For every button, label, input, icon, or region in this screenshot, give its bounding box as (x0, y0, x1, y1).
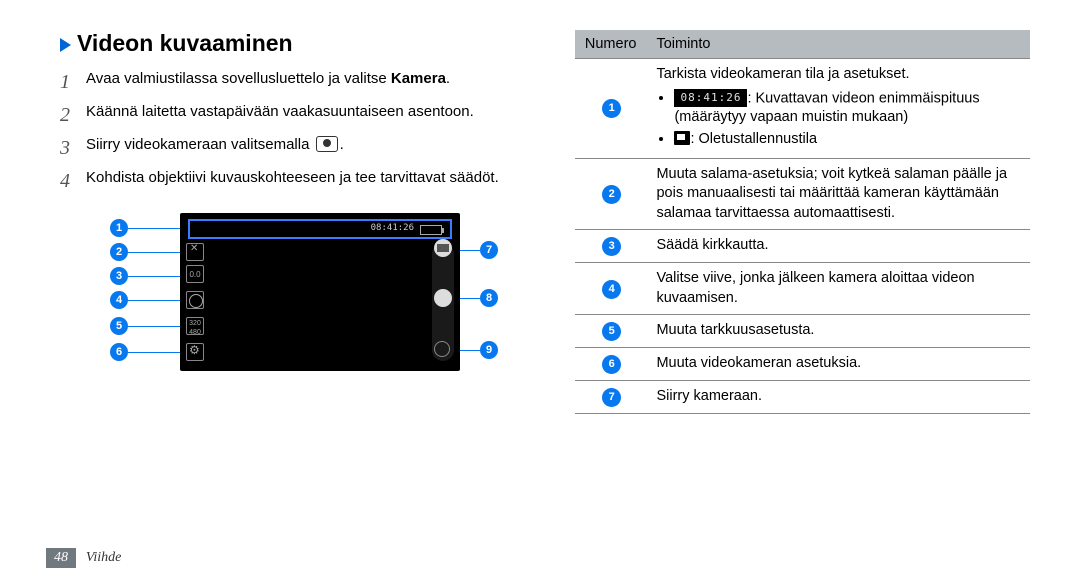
gallery-icon (434, 341, 450, 357)
step-number: 1 (60, 69, 86, 96)
row-main: Siirry kameraan. (646, 381, 1030, 414)
table-row: 7 Siirry kameraan. (575, 381, 1030, 414)
callout-badge-9: 9 (480, 341, 498, 359)
callout-badge-8: 8 (480, 289, 498, 307)
title-text: Videon kuvaaminen (77, 30, 293, 56)
callout-badge-4: 4 (110, 291, 128, 309)
storage-icon (674, 131, 690, 145)
chevron-icon (60, 38, 71, 52)
battery-icon (420, 225, 442, 235)
step-text: Kohdista objektiivi kuvauskohteeseen ja … (86, 168, 535, 188)
step-text: Siirry videokameraan valitsemalla . (86, 135, 535, 155)
row-main: Säädä kirkkautta. (646, 230, 1030, 263)
step-text: Avaa valmiustilassa sovellusluettelo ja … (86, 69, 535, 89)
row-main: Valitse viive, jonka jälkeen kamera aloi… (646, 263, 1030, 315)
status-bar: 08:41:26 (188, 219, 452, 239)
camera-icon (316, 136, 338, 152)
row-badge: 6 (602, 355, 621, 374)
viewfinder-diagram: 1 2 3 4 5 6 7 8 9 08:41:26 (110, 213, 510, 393)
row-badge: 3 (602, 237, 621, 256)
callout-badge-2: 2 (110, 243, 128, 261)
row-badge: 7 (602, 388, 621, 407)
table-row: 2 Muuta salama-asetuksia; voit kytkeä sa… (575, 158, 1030, 230)
page-number: 48 (46, 548, 76, 568)
record-button-icon (434, 289, 452, 307)
function-table: Numero Toiminto 1 Tarkista videokameran … (575, 30, 1030, 414)
row-badge: 2 (602, 185, 621, 204)
row-badge: 5 (602, 322, 621, 341)
row-badge: 1 (602, 99, 621, 118)
table-row: 3 Säädä kirkkautta. (575, 230, 1030, 263)
col-number: Numero (575, 30, 647, 59)
step-number: 4 (60, 168, 86, 195)
row-main: Muuta tarkkuusasetusta. (646, 315, 1030, 348)
flash-icon (186, 243, 204, 261)
step-list: 1 Avaa valmiustilassa sovellusluettelo j… (60, 69, 535, 195)
gear-icon (186, 343, 204, 361)
step-number: 3 (60, 135, 86, 162)
time-remaining: 08:41:26 (371, 223, 414, 233)
resolution-icon: 320 480 (186, 317, 204, 335)
callout-badge-1: 1 (110, 219, 128, 237)
row-main: Tarkista videokameran tila ja asetukset. (656, 65, 1022, 85)
exposure-icon: 0.0 (186, 265, 204, 283)
viewfinder-screen: 08:41:26 0.0 320 480 (180, 213, 460, 371)
row-main: Muuta salama-asetuksia; voit kytkeä sala… (646, 158, 1030, 230)
row-sublist: 08:41:26: Kuvattavan videon enimmäispitu… (674, 89, 1022, 150)
step: 3 Siirry videokameraan valitsemalla . (60, 135, 535, 162)
step: 1 Avaa valmiustilassa sovellusluettelo j… (60, 69, 535, 96)
step-number: 2 (60, 102, 86, 129)
step: 4 Kohdista objektiivi kuvauskohteeseen j… (60, 168, 535, 195)
step: 2 Käännä laitetta vastapäivään vaakasuun… (60, 102, 535, 129)
callout-badge-5: 5 (110, 317, 128, 335)
page-section: Viihde (86, 550, 122, 565)
table-row: 4 Valitse viive, jonka jälkeen kamera al… (575, 263, 1030, 315)
row-badge: 4 (602, 280, 621, 299)
step-text: Käännä laitetta vastapäivään vaakasuunta… (86, 102, 535, 122)
mode-rail (432, 243, 454, 361)
timer-icon (186, 291, 204, 309)
callout-badge-6: 6 (110, 343, 128, 361)
callout-badge-7: 7 (480, 241, 498, 259)
callout-badge-3: 3 (110, 267, 128, 285)
videocamera-icon (434, 239, 452, 257)
timecode-icon: 08:41:26 (674, 89, 747, 108)
page-footer: 48 Viihde (46, 548, 121, 568)
row-main: Muuta videokameran asetuksia. (646, 348, 1030, 381)
col-function: Toiminto (646, 30, 1030, 59)
table-row: 5 Muuta tarkkuusasetusta. (575, 315, 1030, 348)
table-row: 6 Muuta videokameran asetuksia. (575, 348, 1030, 381)
section-heading: Videon kuvaaminen (60, 30, 535, 57)
table-row: 1 Tarkista videokameran tila ja asetukse… (575, 59, 1030, 159)
